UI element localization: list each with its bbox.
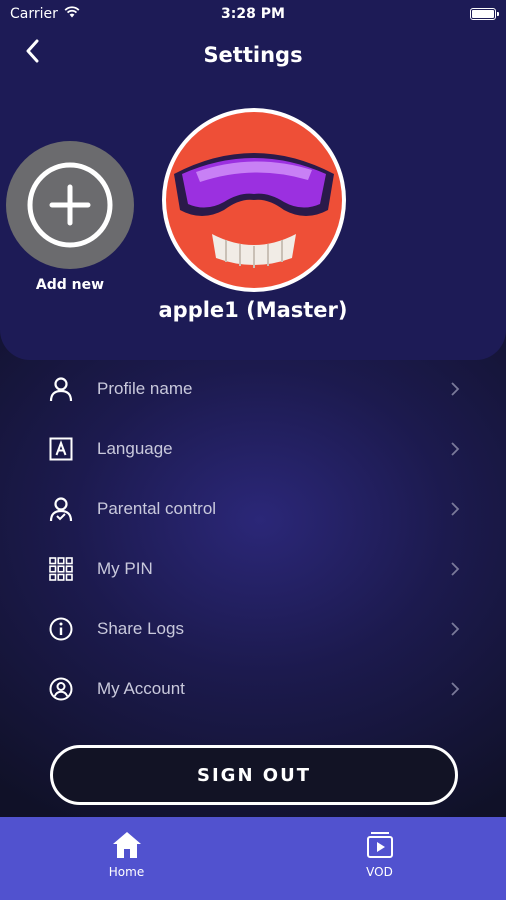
menu-item-language[interactable]: Language [0,419,506,479]
tab-vod[interactable]: VOD [253,817,506,900]
chevron-right-icon [451,622,460,636]
home-icon [112,832,141,858]
current-profile-name: apple1 (Master) [158,298,348,322]
tab-label: Home [108,865,145,879]
tab-bar: Home VOD [0,817,506,900]
info-icon [47,615,75,643]
language-icon [47,435,75,463]
plus-circle-icon [27,162,113,248]
battery-icon [470,8,499,20]
carrier-label: Carrier [10,6,58,22]
settings-menu: Profile name Language Parental control M… [0,359,506,719]
chevron-right-icon [451,682,460,696]
account-circle-icon [47,675,75,703]
add-new-profile-button[interactable] [6,141,134,269]
menu-item-label: My PIN [97,559,153,578]
vod-icon [366,832,393,858]
parental-control-icon [47,495,75,523]
chevron-right-icon [451,382,460,396]
menu-item-share-logs[interactable]: Share Logs [0,599,506,659]
chevron-right-icon [451,442,460,456]
menu-item-parental-control[interactable]: Parental control [0,479,506,539]
wifi-icon [64,6,80,22]
menu-item-label: Profile name [97,379,193,398]
menu-item-label: Parental control [97,499,217,518]
menu-item-my-account[interactable]: My Account [0,659,506,719]
page-title: Settings [203,43,303,67]
keypad-icon [47,555,75,583]
menu-item-label: Share Logs [97,619,184,638]
add-new-label: Add new [35,277,105,293]
sign-out-button[interactable]: SIGN OUT [50,745,458,805]
menu-item-profile-name[interactable]: Profile name [0,359,506,419]
user-icon [47,375,75,403]
avatar-image [166,112,342,288]
tab-label: VOD [366,865,393,879]
battery-fill [472,10,494,18]
status-left: Carrier [10,6,80,22]
chevron-right-icon [451,502,460,516]
status-bar: Carrier 3:28 PM [0,0,506,28]
menu-item-my-pin[interactable]: My PIN [0,539,506,599]
tab-home[interactable]: Home [0,817,253,900]
menu-item-label: Language [97,439,173,458]
profile-avatar[interactable] [162,108,346,292]
chevron-right-icon [451,562,460,576]
menu-item-label: My Account [97,679,185,698]
